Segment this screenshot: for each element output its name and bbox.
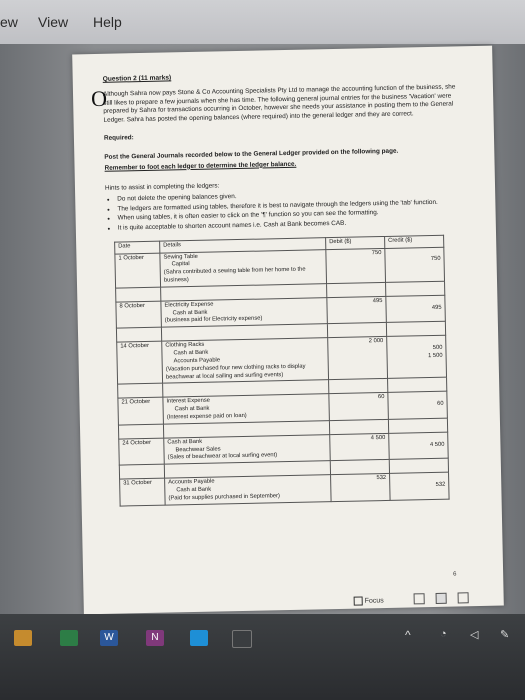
entry-details[interactable]: Electricity Expense Cash at Bank (busine… xyxy=(160,297,328,328)
entry-credit[interactable]: 60 xyxy=(387,391,448,420)
focus-button[interactable]: Focus xyxy=(353,596,384,606)
header-date: Date xyxy=(114,240,160,254)
app-icon[interactable] xyxy=(60,630,78,646)
menu-item-help[interactable]: Help xyxy=(93,14,122,30)
wifi-icon[interactable]: ◔ xyxy=(440,628,447,640)
table-row[interactable]: 31 October Accounts Payable Cash at Bank… xyxy=(119,472,450,506)
menu-item-view[interactable]: View xyxy=(38,14,68,30)
journal-table[interactable]: Date Details Debit ($) Credit ($) 1 Octo… xyxy=(114,234,450,506)
taskbar: W N ^ ◔ ◁ ✎ xyxy=(0,614,525,700)
entry-debit[interactable]: 4 500 xyxy=(329,433,390,461)
entry-date[interactable]: 31 October xyxy=(119,478,166,506)
table-row[interactable]: 14 October Clothing Racks Cash at Bank A… xyxy=(116,335,447,385)
document-content: Question 2 (11 marks) O Although Sahra n… xyxy=(90,68,472,577)
entry-credit[interactable]: 4 500 xyxy=(388,431,449,460)
menu-bar: ew View Help xyxy=(0,0,525,44)
edge-icon[interactable] xyxy=(190,630,208,646)
entry-details[interactable]: Clothing Racks Cash at Bank Accounts Pay… xyxy=(161,337,329,384)
web-layout-icon[interactable] xyxy=(457,592,469,604)
entry-details[interactable]: Cash at Bank Beachwear Sales (Sales of b… xyxy=(163,434,331,465)
required-heading: Required: xyxy=(103,134,134,143)
question-title: Question 2 (11 marks) xyxy=(102,74,172,83)
print-layout-icon[interactable] xyxy=(435,592,447,604)
entry-date[interactable]: 1 October xyxy=(114,252,161,288)
entry-date[interactable]: 21 October xyxy=(117,397,164,425)
document-page: Question 2 (11 marks) O Although Sahra n… xyxy=(72,45,504,615)
chevron-up-icon[interactable]: ^ xyxy=(405,628,411,642)
focus-icon xyxy=(353,596,363,606)
entry-debit[interactable]: 532 xyxy=(330,473,391,502)
pen-icon[interactable]: ✎ xyxy=(500,628,509,641)
intro-paragraph: O Although Sahra now pays Stone & Co Acc… xyxy=(90,83,456,124)
entry-debit[interactable]: 750 xyxy=(325,248,386,284)
entry-credit[interactable]: 495 xyxy=(385,295,446,323)
entry-debit[interactable]: 2 000 xyxy=(327,336,388,380)
entry-credit[interactable]: 750 xyxy=(384,246,445,283)
entry-details[interactable]: Accounts Payable Cash at Bank (Paid for … xyxy=(164,474,332,505)
onenote-icon[interactable]: N xyxy=(146,630,164,646)
entry-date[interactable]: 8 October xyxy=(115,300,162,329)
hints-list: Do not delete the opening balances given… xyxy=(117,188,466,233)
menu-item-partial[interactable]: ew xyxy=(0,14,18,30)
taskbar-app-icon[interactable] xyxy=(232,630,252,648)
view-mode-buttons xyxy=(413,592,474,605)
read-mode-icon[interactable] xyxy=(413,593,425,605)
entry-debit[interactable]: 60 xyxy=(328,392,389,421)
entry-details[interactable]: Interest Expense Cash at Bank (Interest … xyxy=(162,393,330,424)
file-explorer-icon[interactable] xyxy=(14,630,32,646)
word-icon[interactable]: W xyxy=(100,630,118,646)
entry-credit[interactable]: 532 xyxy=(389,472,450,501)
entry-details[interactable]: Sewing Table Capital (Sahra contributed … xyxy=(159,249,327,287)
entry-debit[interactable]: 495 xyxy=(326,296,387,324)
entry-date[interactable]: 24 October xyxy=(118,437,165,466)
volume-icon[interactable]: ◁ xyxy=(470,628,478,641)
entry-credit[interactable]: 500 1 500 xyxy=(386,335,447,379)
page-marker: 6 xyxy=(453,571,457,578)
entry-date[interactable]: 14 October xyxy=(116,341,163,385)
cursor-glyph: O xyxy=(90,85,108,111)
